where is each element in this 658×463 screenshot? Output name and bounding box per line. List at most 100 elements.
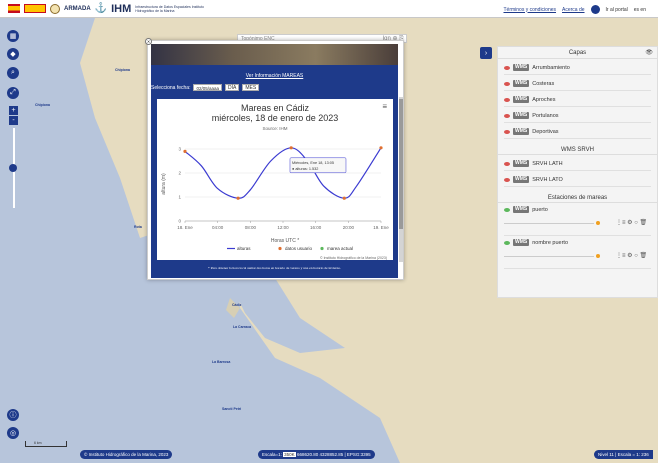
station-item[interactable]: WMS nombre puerto ⋮≡ ⚙ ○ 🗑 [504, 239, 651, 269]
date-input[interactable]: 02/05/aaaa [193, 84, 223, 91]
globe-icon[interactable] [590, 5, 600, 14]
map-icon[interactable]: ▦ [7, 30, 19, 42]
footnote: * Para obtener la hora local sumar dos h… [207, 266, 342, 270]
tide-popup: ✕ Ver Información MAREAS Selecciona fech… [145, 38, 404, 280]
wms-badge: WMS [513, 176, 530, 183]
layer-item[interactable]: WMS SRVH LATO [504, 173, 651, 187]
y-tick-label: 0 [178, 219, 181, 224]
layer-item[interactable]: WMS Deportivas [504, 125, 651, 139]
spain-flag-icon [8, 4, 20, 13]
search-icon[interactable]: ⌕ [7, 67, 19, 79]
visibility-off-icon[interactable] [504, 161, 510, 166]
wms-badge: WMS [513, 160, 530, 167]
legend-label: alturas [237, 246, 251, 251]
visibility-off-icon[interactable] [504, 129, 510, 134]
zoom-slider-handle[interactable] [9, 164, 17, 172]
mareas-info-link[interactable]: Ver Información MAREAS [151, 73, 398, 79]
month-button[interactable]: MES [242, 84, 260, 91]
wms-badge: WMS [513, 112, 530, 119]
stations-section-title: Estaciones de mareas [498, 193, 657, 203]
info-icon[interactable]: ⓘ [7, 409, 19, 421]
panel-collapse-button[interactable]: › [480, 47, 492, 59]
station-actions[interactable]: ⋮≡ ⚙ ○ 🗑 [616, 252, 647, 259]
visibility-on-icon[interactable] [504, 240, 510, 245]
opacity-slider[interactable] [504, 256, 594, 257]
terms-link[interactable]: Términos y condiciones [503, 7, 556, 13]
x-tick-label: 08:00 [245, 225, 257, 230]
opacity-slider-handle[interactable] [596, 221, 600, 225]
visibility-off-icon[interactable] [504, 177, 510, 182]
visibility-off-icon[interactable] [504, 81, 510, 86]
armada-label: ARMADA [64, 5, 91, 12]
layers-icon[interactable]: ◆ [7, 48, 19, 60]
wms-badge: WMS [513, 64, 530, 71]
menu-icon[interactable]: ≡ [382, 102, 387, 111]
station-row: WMS puerto [504, 206, 651, 213]
anchor-icon: ⚓ [94, 3, 108, 14]
legend-label: datos usuario [285, 246, 313, 251]
chart-credits: © Instituto Hidrográfico de la Marina (2… [320, 256, 387, 260]
about-link[interactable]: Acerca de [562, 7, 585, 13]
y-tick-label: 2 [178, 171, 181, 176]
y-tick-label: 3 [178, 147, 181, 152]
layer-item[interactable]: WMS Aproches [504, 93, 651, 107]
x-tick-label: 16:00 [310, 225, 322, 230]
visibility-off-icon[interactable] [504, 113, 510, 118]
station-item[interactable]: WMS puerto ⋮≡ ⚙ ○ 🗑 [504, 206, 651, 236]
layer-item[interactable]: WMS Arrumbamiento [504, 61, 651, 75]
x-tick-label: 12:00 [277, 225, 289, 230]
armada-seal-icon [50, 3, 60, 14]
date-row: Selecciona fecha: 02/05/aaaa DÍA MES [151, 84, 398, 91]
visibility-icon[interactable]: 👁 [645, 47, 653, 59]
chart-source: Source: IHM [262, 126, 287, 131]
day-button[interactable]: DÍA [225, 84, 240, 91]
header-links: Términos y condiciones Acerca de Ir al p… [503, 5, 646, 14]
place-label: Rota [134, 225, 142, 229]
layer-label: Portulanos [532, 112, 559, 119]
visibility-off-icon[interactable] [504, 97, 510, 102]
scale-bar: Escala=1: 350K 668620.80 4328852.85 | EP… [258, 450, 375, 459]
ihm-label: IHM [111, 2, 132, 15]
wms-badge: WMS [513, 80, 530, 87]
layer-item[interactable]: WMS Portulanos [504, 109, 651, 123]
scale-label: Escala=1: [262, 452, 282, 457]
layer-label: Deportivas [532, 128, 559, 135]
layers-panel: Capas 👁 WMS Arrumbamiento WMS Costeras W… [497, 46, 658, 298]
data-point-usuario [342, 196, 346, 200]
layer-label: SRVH LATH [532, 160, 563, 167]
level-bar: Nivel 11 | Escala = 1: 236 [594, 450, 653, 459]
station-actions[interactable]: ⋮≡ ⚙ ○ 🗑 [616, 219, 647, 226]
popup-scroll-thumb[interactable] [399, 99, 403, 229]
logo-group[interactable]: ARMADA ⚓ IHM Infraestructura de Datos Es… [8, 3, 205, 15]
place-label: Sancti Petri [222, 407, 242, 411]
opacity-slider-handle[interactable] [596, 254, 600, 258]
port-photo [151, 44, 398, 65]
legend-marker [278, 246, 282, 251]
language-switch[interactable]: es en [634, 7, 646, 13]
visibility-off-icon[interactable] [504, 65, 510, 70]
data-point-usuario [183, 149, 187, 153]
x-tick-label: 04:00 [212, 225, 224, 230]
place-label: Chipiona [115, 68, 130, 72]
station-label: puerto [532, 206, 548, 213]
layer-item[interactable]: WMS Costeras [504, 77, 651, 91]
fullscreen-icon[interactable]: ⤢ [7, 87, 19, 99]
portal-link[interactable]: Ir al portal [606, 7, 628, 13]
y-axis-label: altura (m) [161, 173, 167, 195]
locate-icon[interactable]: ◎ [7, 427, 19, 439]
chart-legend[interactable]: alturas datos usuario marea actual [227, 246, 353, 251]
opacity-slider[interactable] [504, 223, 594, 224]
data-point-usuario [379, 146, 383, 150]
visibility-on-icon[interactable] [504, 207, 510, 212]
zoom-out-button[interactable]: - [9, 116, 18, 125]
tide-chart: ≡ Mareas en Cádiz miércoles, 18 de enero… [157, 99, 393, 260]
legend-label: marea actual [327, 246, 353, 251]
data-point-usuario [289, 146, 293, 150]
x-axis-label: Horas UTC * [271, 238, 299, 244]
place-label: La Carraca [233, 325, 252, 329]
y-tick-label: 1 [178, 195, 181, 200]
ihm-sub-label: Infraestructura de Datos Espaciales Inst… [135, 4, 204, 13]
zoom-in-button[interactable]: + [9, 106, 18, 115]
layer-item[interactable]: WMS SRVH LATH [504, 157, 651, 171]
scale-select[interactable]: 350K [283, 452, 296, 457]
